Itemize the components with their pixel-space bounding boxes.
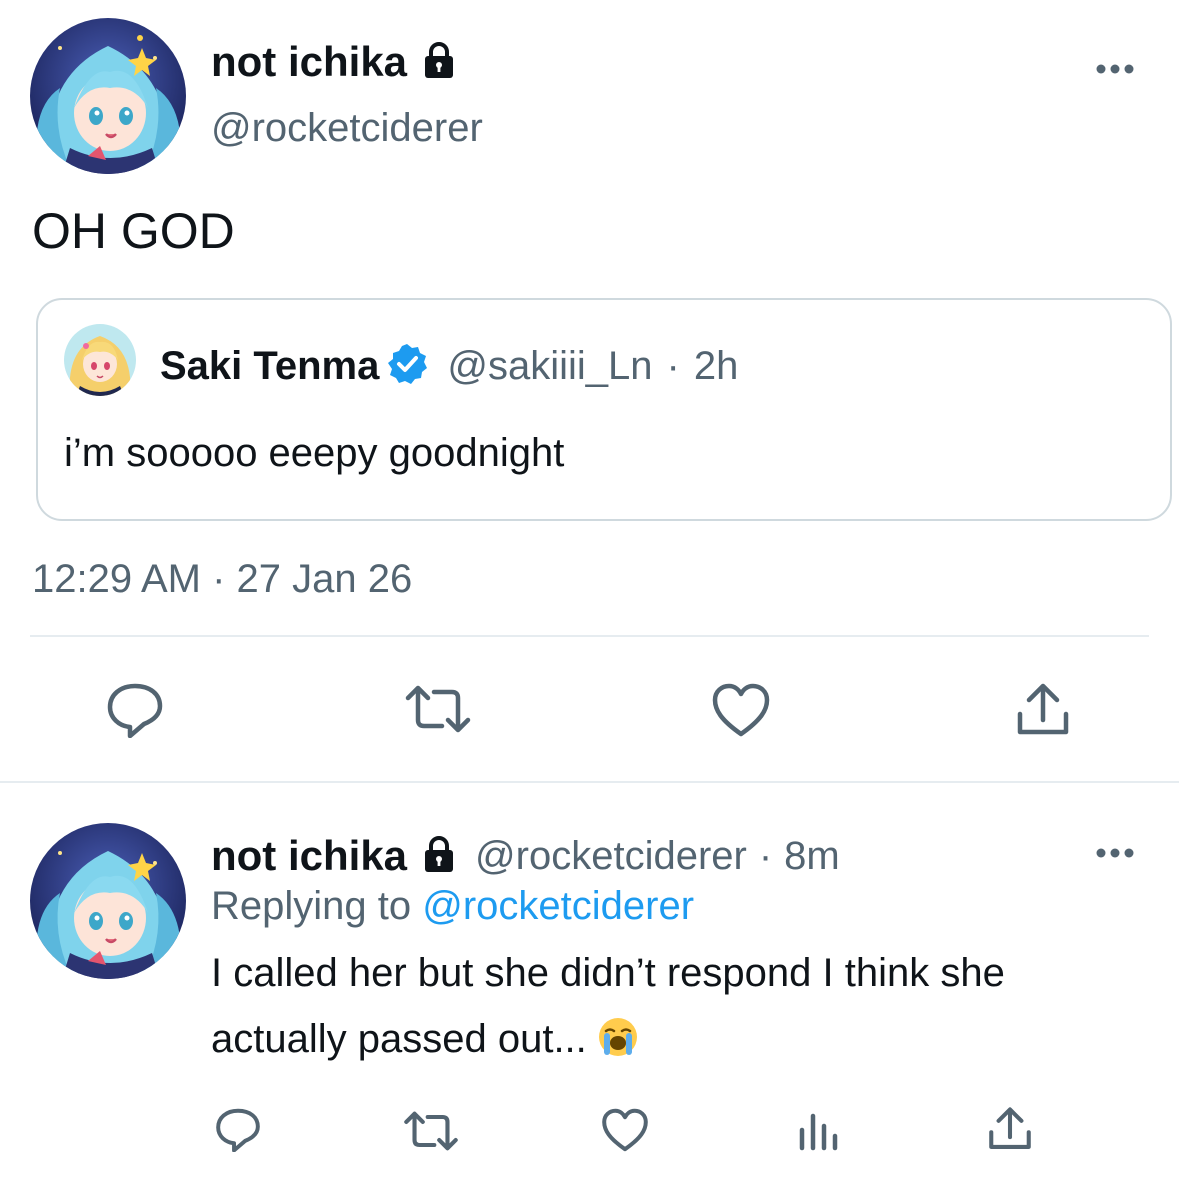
- author-avatar[interactable]: [30, 18, 186, 174]
- reply-icon[interactable]: [215, 1106, 261, 1153]
- tweet-text: OH GOD: [32, 203, 235, 259]
- divider: [30, 635, 1149, 637]
- reply-time[interactable]: 8m: [784, 836, 840, 876]
- reply-author-name[interactable]: not ichika: [211, 835, 407, 877]
- verified-badge-icon: [385, 342, 429, 391]
- reply-text-line-2: actually passed out...: [211, 1006, 1005, 1078]
- meta-separator: ·: [758, 834, 773, 878]
- retweet-icon[interactable]: [403, 1110, 459, 1152]
- reply-icon[interactable]: [106, 680, 164, 739]
- tweet-divider: [0, 781, 1179, 783]
- quoted-author-avatar[interactable]: [64, 324, 136, 396]
- author-name[interactable]: not ichika: [211, 41, 407, 83]
- quoted-author-name[interactable]: Saki Tenma: [160, 346, 379, 386]
- analytics-icon[interactable]: [797, 1110, 839, 1152]
- reply-text-line-1: I called her but she didn’t respond I th…: [211, 951, 1005, 995]
- tweet-timestamp[interactable]: 12:29 AM · 27 Jan 26: [32, 559, 412, 599]
- quoted-author-handle[interactable]: @sakiiii_Ln: [447, 346, 652, 386]
- quoted-tweet-card[interactable]: Saki Tenma @sakiiii_Ln · 2h i’m sooooo e…: [36, 298, 1172, 521]
- retweet-icon[interactable]: [404, 684, 472, 734]
- reply-author-handle[interactable]: @rocketciderer: [475, 836, 747, 876]
- protected-lock-icon: [419, 834, 459, 879]
- like-icon[interactable]: [711, 682, 771, 738]
- replying-to-label: Replying to: [211, 884, 412, 928]
- reply-text: I called her but she didn’t respond I th…: [211, 940, 1005, 1078]
- quoted-tweet-time[interactable]: 2h: [694, 346, 739, 386]
- more-options-icon[interactable]: [1093, 842, 1137, 864]
- share-icon[interactable]: [988, 1106, 1032, 1152]
- author-handle[interactable]: @rocketciderer: [211, 108, 483, 148]
- like-icon[interactable]: [601, 1107, 649, 1153]
- loudly-crying-face-icon: [597, 1012, 639, 1078]
- quoted-tweet-text: i’m sooooo eeepy goodnight: [64, 431, 565, 475]
- share-icon[interactable]: [1016, 682, 1070, 738]
- replying-to-handle[interactable]: @rocketciderer: [422, 884, 694, 928]
- reply-text-line-2-text: actually passed out...: [211, 1017, 587, 1061]
- more-options-icon[interactable]: [1093, 58, 1137, 80]
- reply-author-avatar[interactable]: [30, 823, 186, 979]
- replying-to: Replying to @rocketciderer: [211, 886, 694, 926]
- protected-lock-icon: [419, 40, 459, 85]
- meta-separator: ·: [666, 344, 680, 388]
